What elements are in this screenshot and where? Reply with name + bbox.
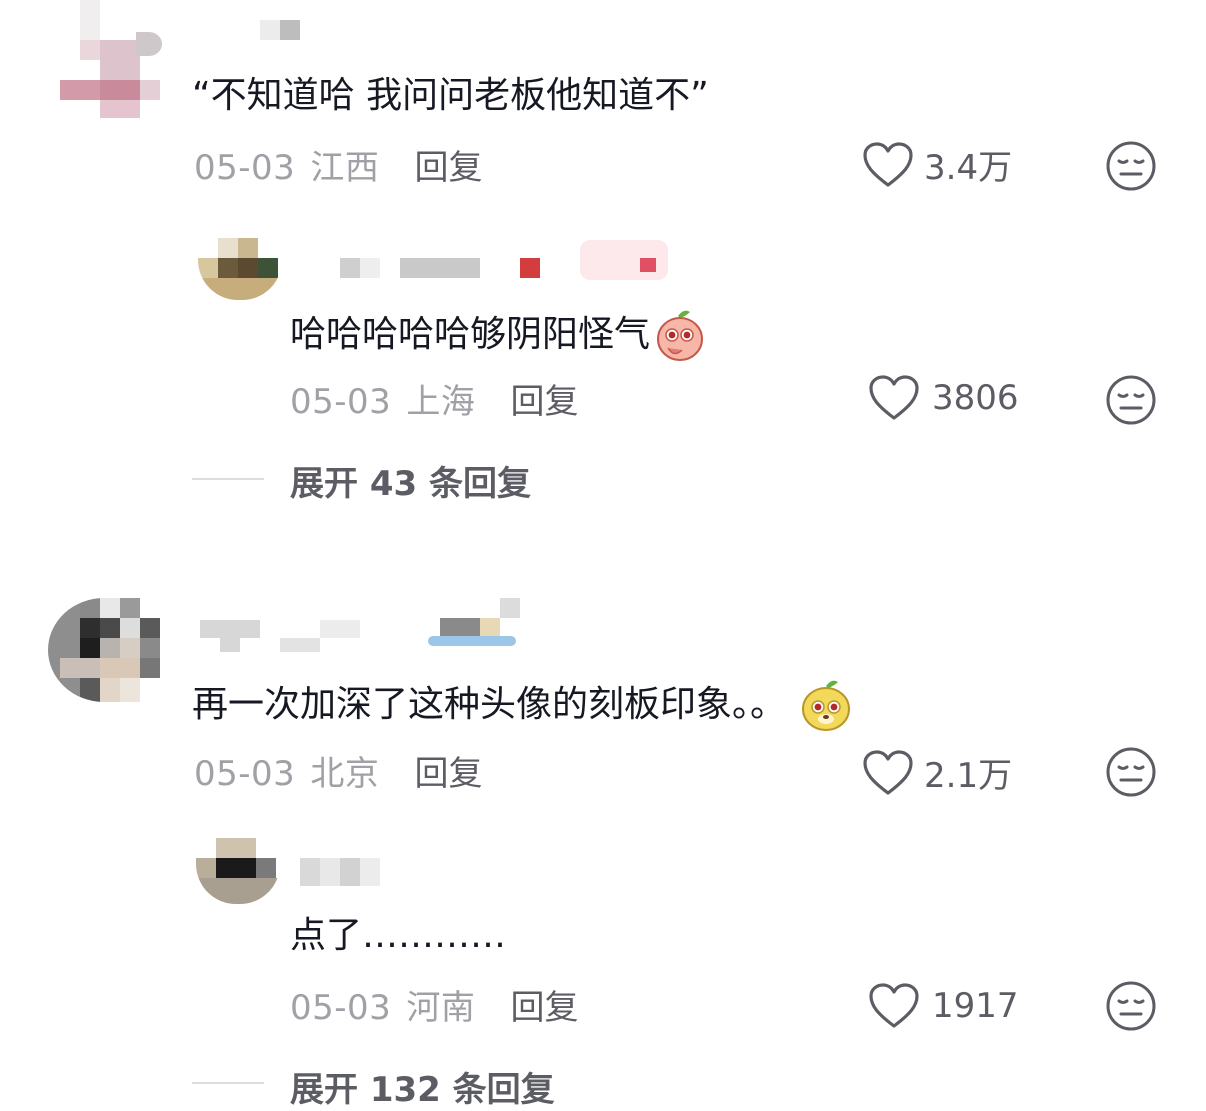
- comment-meta: 05-03 北京 回复: [194, 746, 482, 795]
- comment-location: 北京: [310, 754, 380, 794]
- divider: [192, 1082, 264, 1084]
- reply-text: 点了…………: [290, 915, 507, 956]
- meh-face-icon[interactable]: [1105, 746, 1157, 798]
- like-button[interactable]: 2.1万: [862, 748, 1012, 797]
- reply-button[interactable]: 回复: [510, 988, 578, 1028]
- comment-text: 再一次加深了这种头像的刻板印象。。: [192, 684, 787, 725]
- comment-text: “不知道哈 我问问老板他知道不”: [192, 75, 709, 116]
- comment-location: 江西: [310, 148, 380, 188]
- like-button[interactable]: 1917: [868, 982, 1019, 1030]
- username[interactable]: [340, 240, 680, 288]
- expand-replies-button[interactable]: 展开 43 条回复: [290, 456, 531, 505]
- heart-outline-icon: [863, 141, 913, 187]
- like-button[interactable]: 3.4万: [862, 140, 1012, 189]
- comment-date: 05-03: [290, 988, 392, 1028]
- comment-location: 上海: [406, 382, 476, 422]
- reply-button[interactable]: 回复: [510, 382, 578, 422]
- meh-face-icon[interactable]: [1105, 980, 1157, 1032]
- expand-replies-button[interactable]: 展开 132 条回复: [290, 1062, 555, 1111]
- reply-button[interactable]: 回复: [414, 148, 482, 188]
- heart-outline-icon: [869, 983, 919, 1028]
- comment-date: 05-03: [194, 754, 296, 794]
- peach-blush-emoji: [657, 310, 704, 361]
- like-count: 1917: [932, 986, 1019, 1026]
- comment-meta: 05-03 河南 回复: [290, 980, 578, 1029]
- meh-face-icon[interactable]: [1105, 374, 1157, 426]
- like-count: 3.4万: [924, 148, 1013, 188]
- like-button[interactable]: 3806: [868, 374, 1019, 422]
- username[interactable]: [200, 598, 520, 654]
- avatar[interactable]: [196, 838, 280, 904]
- comment-meta: 05-03 江西 回复: [194, 140, 482, 189]
- username[interactable]: [260, 20, 302, 40]
- comment-location: 河南: [406, 988, 476, 1028]
- avatar[interactable]: [198, 238, 282, 300]
- username[interactable]: [300, 858, 380, 886]
- like-count: 3806: [932, 378, 1019, 418]
- avatar[interactable]: [48, 598, 160, 702]
- comment-meta: 05-03 上海 回复: [290, 374, 578, 423]
- comment-date: 05-03: [290, 382, 392, 422]
- heart-outline-icon: [869, 375, 919, 420]
- reply-text: 哈哈哈哈哈够阴阳怪气: [290, 314, 651, 355]
- heart-outline-icon: [863, 749, 913, 795]
- meh-face-icon[interactable]: [1105, 140, 1157, 192]
- avatar[interactable]: [58, 0, 162, 118]
- divider: [192, 478, 264, 480]
- yellow-dog-emoji: [802, 680, 851, 731]
- like-count: 2.1万: [924, 756, 1013, 796]
- reply-button[interactable]: 回复: [414, 754, 482, 794]
- comment-date: 05-03: [194, 148, 296, 188]
